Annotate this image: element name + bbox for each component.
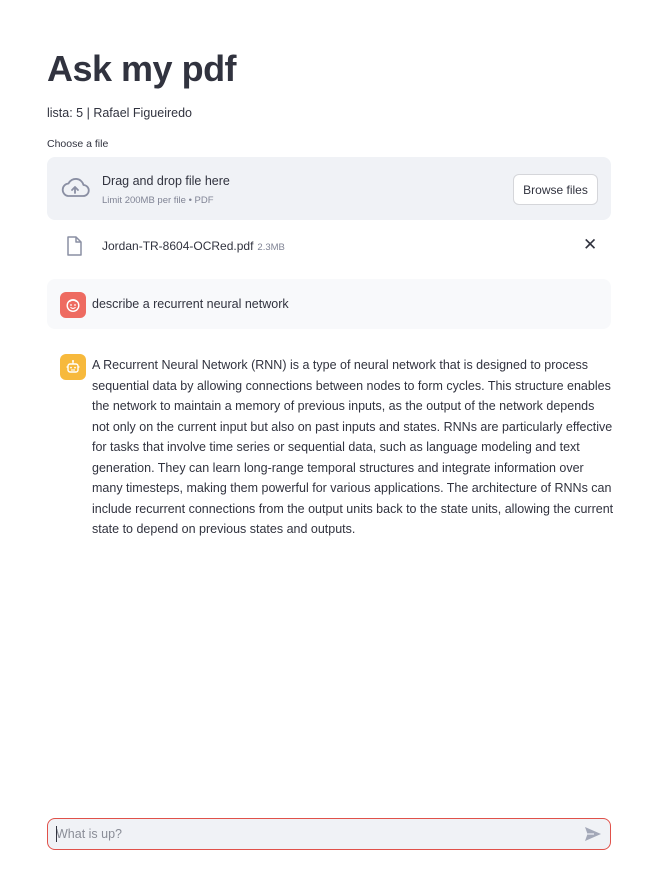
- dropzone-title: Drag and drop file here: [102, 174, 230, 188]
- page-title: Ask my pdf: [47, 48, 237, 89]
- uploaded-file-name-text: Jordan-TR-8604-OCRed.pdf: [102, 239, 254, 253]
- chat-message-user-text: describe a recurrent neural network: [92, 297, 289, 311]
- chat-input-container[interactable]: [47, 818, 611, 850]
- remove-file-icon[interactable]: ✕: [583, 236, 597, 253]
- user-face-icon: [60, 292, 86, 318]
- browse-files-button[interactable]: Browse files: [513, 174, 598, 205]
- chat-input[interactable]: [56, 819, 576, 849]
- file-dropzone[interactable]: Drag and drop file here Limit 200MB per …: [47, 157, 611, 220]
- chat-message-user: describe a recurrent neural network: [47, 279, 611, 329]
- file-uploader-label: Choose a file: [47, 138, 109, 150]
- file-icon: [67, 236, 82, 256]
- page-subtitle: lista: 5 | Rafael Figueiredo: [47, 106, 192, 120]
- uploaded-file-row: Jordan-TR-8604-OCRed.pdf 2.3MB ✕: [47, 230, 611, 262]
- uploaded-file-size: 2.3MB: [257, 242, 285, 253]
- text-caret: [56, 826, 57, 842]
- robot-icon: [60, 354, 86, 380]
- send-icon[interactable]: [584, 826, 602, 842]
- chat-message-assistant-text: A Recurrent Neural Network (RNN) is a ty…: [92, 358, 614, 536]
- uploaded-file-name: Jordan-TR-8604-OCRed.pdf 2.3MB: [102, 238, 285, 256]
- cloud-upload-icon: [61, 178, 90, 197]
- dropzone-hint: Limit 200MB per file • PDF: [102, 195, 214, 206]
